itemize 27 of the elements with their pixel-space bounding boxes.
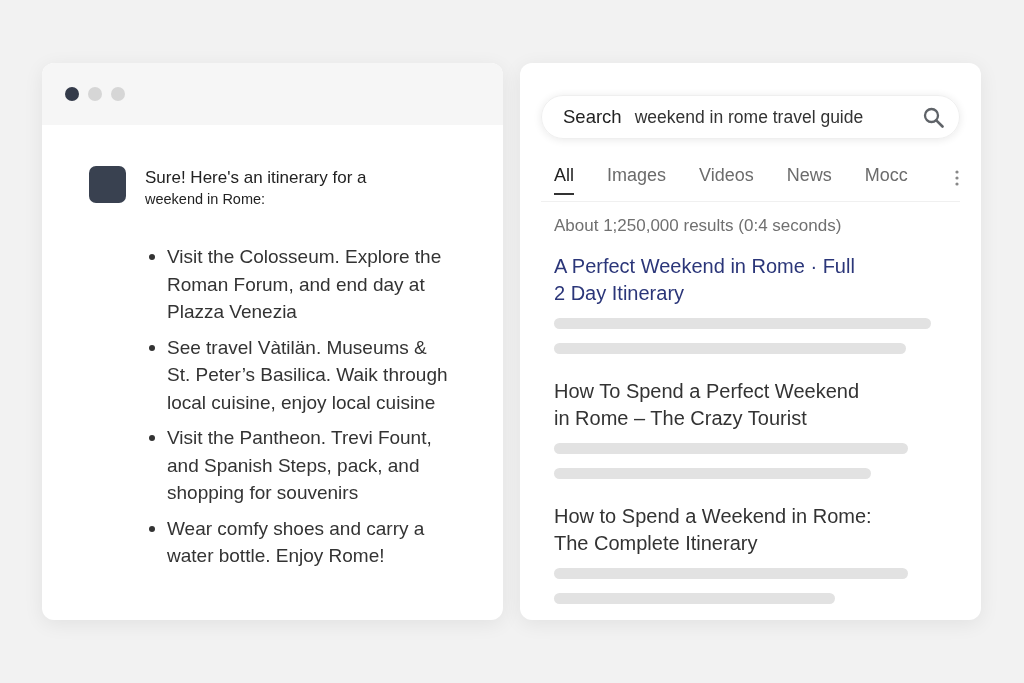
avatar-icon [89, 166, 126, 203]
message-subheading: weekend in Rome: [145, 190, 267, 209]
bullet-icon [149, 344, 155, 351]
bullet-icon [149, 254, 155, 260]
bullet-text: Visit the Pantheon. Trevi Fount, and Spanish Steps, pack, and shopping for souvenirs [167, 426, 433, 505]
bullet-icon [149, 435, 155, 441]
tab[interactable]: Images [607, 165, 667, 195]
bullet-text: See travel Vàtilän. Museums & St. Peter’s Basilica. Waik through local cuisine, enjoy local cuisine [167, 335, 449, 415]
bullet-text: Wear comfy shoes and carry a water bottle. Enjoy Rome! [167, 516, 426, 568]
tab[interactable]: Videos [699, 165, 754, 195]
result-title-link[interactable]: How to Spend a Weekend in Rome: The Complete Itinerary [554, 503, 884, 557]
bullet-text: Visit the Colosseum. Explore the Roman Forum, and end day at Plazza Venezia [167, 245, 443, 324]
result-stats: About 1;250,000 results (0:4 seconds) [554, 215, 843, 237]
window-dot-icon[interactable] [88, 87, 102, 101]
search-icon[interactable] [923, 106, 944, 128]
search-label: Search [563, 106, 622, 128]
search-query-text: weekend in rome travel guide [634, 106, 865, 128]
tab[interactable]: Mocc [864, 165, 908, 195]
bullet-icon [149, 525, 155, 532]
more-options-icon[interactable] [955, 170, 959, 186]
result-title-link[interactable]: How To Spend a Perfect Weekend in Rome – The Crazy Tourist [554, 378, 870, 432]
message-heading: Sure! Here's an itinerary for a [145, 167, 368, 189]
window-dot-icon[interactable] [65, 87, 79, 101]
tab[interactable]: All [554, 165, 574, 195]
result-title-link[interactable]: A Perfect Weekend in Rome · Full 2 Day Itinerary [554, 253, 864, 307]
tab[interactable]: News [786, 165, 832, 195]
window-dot-icon[interactable] [111, 87, 125, 101]
